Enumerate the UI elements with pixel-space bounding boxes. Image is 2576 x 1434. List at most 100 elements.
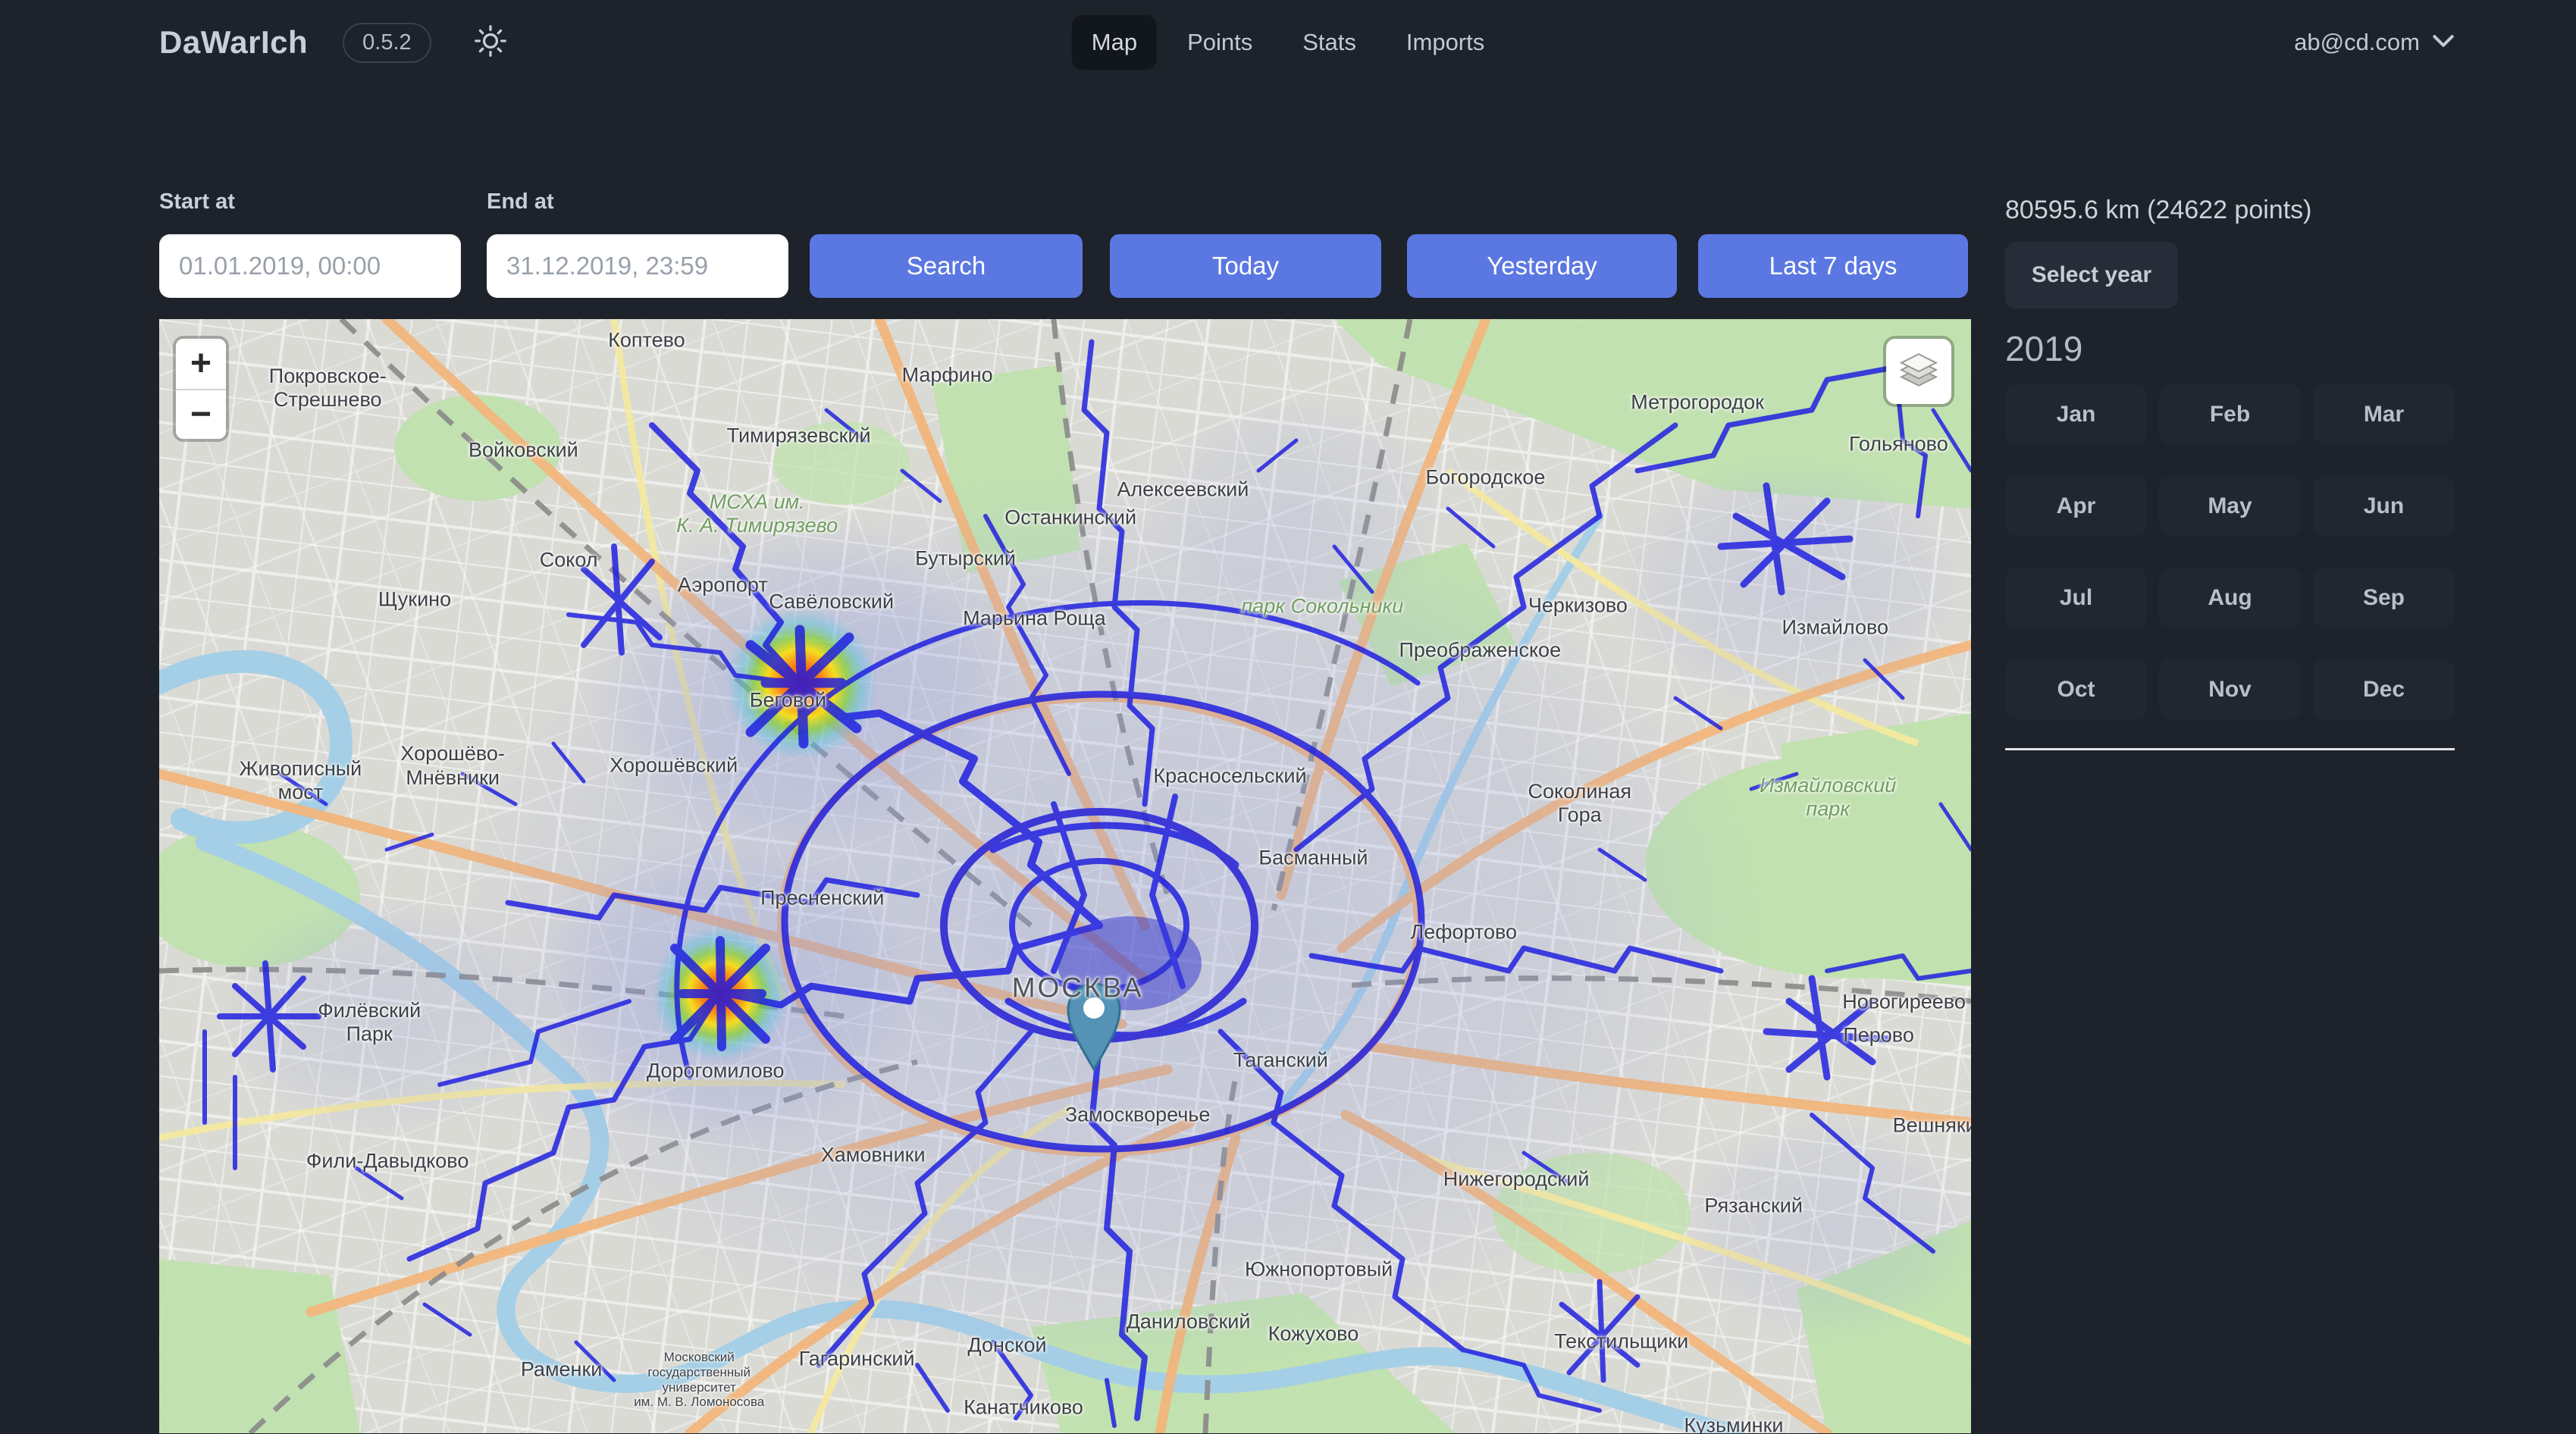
end-at-field: End at xyxy=(487,189,788,298)
month-button-oct[interactable]: Oct xyxy=(2005,659,2147,719)
chevron-down-icon xyxy=(2432,33,2455,52)
map-label: Даниловский xyxy=(1127,1310,1251,1333)
map-layers-button[interactable] xyxy=(1886,339,1951,404)
map-label: Фили-Давыдково xyxy=(306,1150,469,1173)
sun-icon xyxy=(474,24,507,61)
map-label: Московский государственный университет и… xyxy=(634,1350,764,1409)
month-button-feb[interactable]: Feb xyxy=(2159,384,2301,444)
nav-tab-imports[interactable]: Imports xyxy=(1387,15,1504,70)
map-label: Останкинский xyxy=(1004,506,1136,529)
last-7-days-button[interactable]: Last 7 days xyxy=(1698,234,1968,298)
account-email: ab@cd.com xyxy=(2294,29,2420,56)
months-grid: Jan Feb Mar Apr May Jun Jul Aug Sep Oct … xyxy=(2005,384,2455,719)
map-label: Коптево xyxy=(608,328,685,352)
map-label: Таганский xyxy=(1233,1048,1328,1072)
map-label: Пресненский xyxy=(760,887,884,910)
today-button[interactable]: Today xyxy=(1110,234,1381,298)
map-label: Соколиная Гора xyxy=(1528,780,1631,827)
month-button-mar[interactable]: Mar xyxy=(2313,384,2455,444)
map-label: Южнопортовый xyxy=(1245,1257,1393,1281)
map-label: Сокол xyxy=(540,548,598,571)
map-label: Измайлово xyxy=(1782,616,1888,640)
map-label: Басманный xyxy=(1258,847,1368,870)
distance-stats: 80595.6 km (24622 points) xyxy=(2005,196,2455,225)
map-label: Аэропорт xyxy=(678,574,768,597)
map-label: Бутырский xyxy=(915,547,1016,571)
month-button-sep[interactable]: Sep xyxy=(2313,568,2455,628)
map-label: Хамовники xyxy=(821,1143,926,1166)
map-label: Богородское xyxy=(1426,465,1546,489)
map-label: парк Сокольники xyxy=(1241,595,1403,618)
start-at-label: Start at xyxy=(159,189,461,214)
month-button-jun[interactable]: Jun xyxy=(2313,476,2455,536)
nav-tab-points[interactable]: Points xyxy=(1167,15,1272,70)
version-badge: 0.5.2 xyxy=(343,23,431,63)
start-at-field: Start at xyxy=(159,189,461,298)
map-column: Start at End at Search Today Yesterday L… xyxy=(159,85,1971,1433)
map-label: Раменки xyxy=(521,1358,603,1382)
map-label: Красносельский xyxy=(1153,764,1306,787)
filters-toolbar: Start at End at Search Today Yesterday L… xyxy=(159,189,1971,298)
map-label: Савёловский xyxy=(769,590,894,614)
nav-tab-map[interactable]: Map xyxy=(1072,15,1157,70)
map-label: Гагаринский xyxy=(799,1347,915,1370)
map-label: Нижегородский xyxy=(1443,1167,1590,1191)
search-button[interactable]: Search xyxy=(810,234,1083,298)
main-nav: Map Points Stats Imports xyxy=(1072,15,1505,70)
map-label: Дорогомилово xyxy=(647,1060,785,1083)
map-label: Донской xyxy=(967,1333,1046,1357)
month-button-nov[interactable]: Nov xyxy=(2159,659,2301,719)
layers-icon xyxy=(1898,349,1939,394)
app-logo[interactable]: DaWarIch xyxy=(159,24,308,61)
map-label: МОСКВА xyxy=(1012,972,1144,1005)
map-label: Измайловский парк xyxy=(1760,774,1896,821)
map-label: Новогиреево xyxy=(1842,991,1966,1014)
map-label: Беговой xyxy=(750,688,826,712)
map-label: Гольяново xyxy=(1849,432,1948,456)
zoom-out-button[interactable]: − xyxy=(176,389,226,439)
map-label: Черкизово xyxy=(1528,593,1628,617)
map-label: Щукино xyxy=(378,588,451,612)
month-button-may[interactable]: May xyxy=(2159,476,2301,536)
month-button-jul[interactable]: Jul xyxy=(2005,568,2147,628)
map-label: Перово xyxy=(1843,1024,1914,1047)
map-label: Живописный мост xyxy=(240,757,362,804)
map-label: Вешняки xyxy=(1893,1114,1971,1138)
map-label: Филёвский Парк xyxy=(318,999,421,1046)
year-heading: 2019 xyxy=(2005,328,2455,369)
map-label: МСХА им. К. А. Тимирязево xyxy=(676,490,838,537)
yesterday-button[interactable]: Yesterday xyxy=(1407,234,1677,298)
map-label: Войковский xyxy=(469,439,578,462)
map-label: Кожухово xyxy=(1268,1323,1359,1346)
map-label: Текстильщики xyxy=(1554,1330,1688,1354)
sidebar-divider xyxy=(2005,748,2455,750)
start-at-input[interactable] xyxy=(159,234,461,298)
nav-tab-stats[interactable]: Stats xyxy=(1283,15,1376,70)
end-at-label: End at xyxy=(487,189,788,214)
map-label: Марьина Роща xyxy=(963,607,1105,631)
end-at-input[interactable] xyxy=(487,234,788,298)
map-label: Преображенское xyxy=(1399,638,1562,662)
right-sidebar: 80595.6 km (24622 points) Select year 20… xyxy=(2005,85,2455,1433)
app-header: DaWarIch 0.5.2 Map Points Stats Imports … xyxy=(0,0,2576,85)
map-label: Алексеевский xyxy=(1117,477,1249,501)
map-canvas[interactable]: Покровское- СтрешневоКоптевоМарфиноТимир… xyxy=(159,319,1971,1433)
account-menu[interactable]: ab@cd.com xyxy=(2294,29,2455,56)
month-button-aug[interactable]: Aug xyxy=(2159,568,2301,628)
select-year-button[interactable]: Select year xyxy=(2005,242,2178,308)
map-label: Канатчиково xyxy=(964,1396,1083,1420)
map-label: Хорошёвский xyxy=(610,754,738,778)
map-label: Хорошёво- Мнёвники xyxy=(400,742,504,789)
map-label: Кузьминки xyxy=(1684,1414,1783,1433)
theme-toggle-button[interactable] xyxy=(474,24,507,61)
month-button-dec[interactable]: Dec xyxy=(2313,659,2455,719)
map-label: Покровское- Стрешнево xyxy=(269,365,387,412)
month-button-apr[interactable]: Apr xyxy=(2005,476,2147,536)
map-label: Лефортово xyxy=(1411,920,1518,944)
map-label: Метрогородок xyxy=(1631,391,1764,415)
map-label: Марфино xyxy=(902,363,993,387)
zoom-in-button[interactable]: + xyxy=(176,339,226,389)
map-label: Рязанский xyxy=(1704,1194,1803,1218)
main-content: Start at End at Search Today Yesterday L… xyxy=(0,85,2576,1433)
month-button-jan[interactable]: Jan xyxy=(2005,384,2147,444)
